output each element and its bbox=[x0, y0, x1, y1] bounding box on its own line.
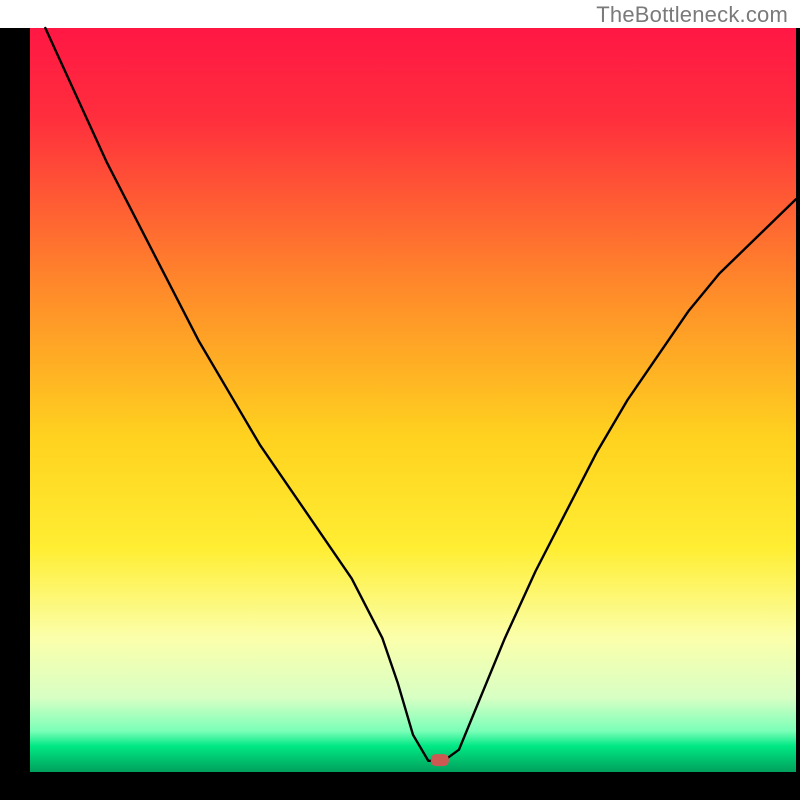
bottleneck-chart bbox=[0, 0, 800, 800]
chart-container: TheBottleneck.com bbox=[0, 0, 800, 800]
optimal-point-marker bbox=[431, 754, 449, 766]
watermark-text: TheBottleneck.com bbox=[596, 2, 788, 28]
plot-area bbox=[30, 28, 796, 772]
